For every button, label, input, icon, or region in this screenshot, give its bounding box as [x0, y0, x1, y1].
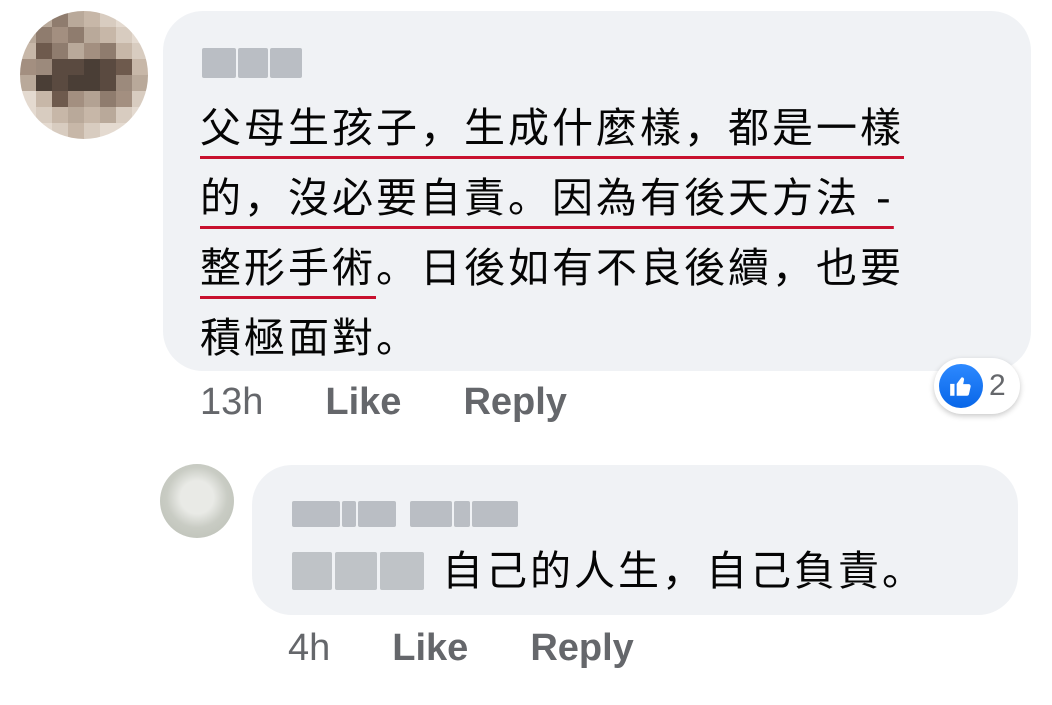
reply-button[interactable]: Reply — [530, 627, 633, 670]
reply-timestamp[interactable]: 4h — [288, 627, 330, 670]
comment-actions: 13h Like Reply — [200, 381, 567, 424]
mention-tag[interactable] — [292, 552, 424, 590]
like-button[interactable]: Like — [325, 381, 401, 424]
avatar[interactable] — [20, 11, 148, 139]
underlined-text: 的，沒必要自責。因為有後天方法 - — [200, 174, 894, 222]
comment-timestamp[interactable]: 13h — [200, 381, 263, 424]
comment-thread: 父母生孩子，生成什麼樣，都是一樣 的，沒必要自責。因為有後天方法 - 整形手術。… — [0, 0, 1052, 705]
comment-text: 父母生孩子，生成什麼樣，都是一樣 的，沒必要自責。因為有後天方法 - 整形手術。… — [200, 93, 1000, 373]
reply-text: 自己的人生，自己負責。 — [292, 543, 926, 599]
reaction-summary[interactable]: 2 — [934, 358, 1020, 414]
avatar[interactable] — [160, 464, 234, 538]
thumbs-up-icon — [939, 364, 983, 408]
comment-bubble: 父母生孩子，生成什麼樣，都是一樣 的，沒必要自責。因為有後天方法 - 整形手術。… — [163, 11, 1031, 371]
like-button[interactable]: Like — [392, 627, 468, 670]
reaction-count: 2 — [989, 369, 1006, 402]
underlined-text: 父母生孩子，生成什麼樣，都是一樣 — [200, 104, 904, 152]
reply-text-content: 自己的人生，自己負責。 — [442, 547, 926, 595]
underlined-text: 整形手術 — [200, 244, 376, 292]
reply-button[interactable]: Reply — [463, 381, 566, 424]
comment-text-segment: 積極面對。 — [200, 314, 420, 362]
comment-author-name[interactable] — [202, 46, 302, 80]
reply-actions: 4h Like Reply — [288, 627, 634, 670]
reply-bubble: 自己的人生，自己負責。 — [252, 465, 1018, 615]
reply-author-name[interactable] — [292, 497, 518, 531]
comment-text-segment: 。日後如有不良後續，也要 — [376, 244, 904, 292]
